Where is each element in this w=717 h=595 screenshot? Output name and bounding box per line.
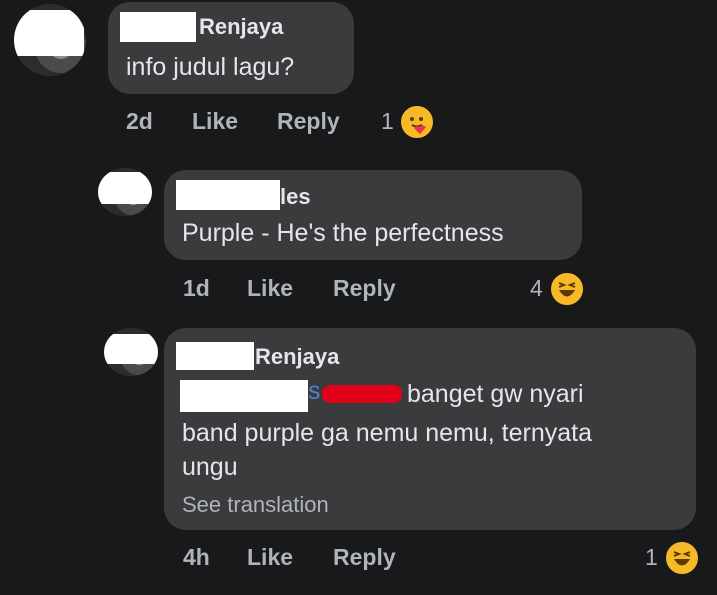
reaction-count[interactable]: 1	[645, 544, 658, 571]
commenter-name[interactable]: Renjaya	[255, 344, 339, 370]
commenter-name[interactable]: les	[280, 184, 311, 210]
comment-actions: 2d Like Reply	[126, 108, 446, 138]
comment-text-line-2: band purple ga nemu nemu, ternyata	[182, 419, 592, 447]
haha-emoji-icon[interactable]	[664, 540, 700, 576]
reply-button[interactable]: Reply	[333, 544, 396, 571]
comment-actions: 1d Like Reply	[183, 275, 503, 305]
commenter-name[interactable]: Renjaya	[199, 14, 283, 40]
comment-text: info judul lagu?	[126, 53, 295, 81]
comment-text-line-1: banget gw nyari	[407, 380, 584, 408]
name-redaction	[176, 342, 254, 370]
haha-emoji-icon[interactable]	[549, 271, 585, 307]
comment-text: Purple - He's the perfectness	[182, 219, 504, 247]
redaction-scribble	[322, 385, 402, 403]
comment-timestamp[interactable]: 1d	[183, 275, 210, 302]
avatar[interactable]	[14, 4, 86, 76]
like-button[interactable]: Like	[247, 275, 293, 302]
avatar[interactable]	[98, 168, 152, 216]
mention-fragment[interactable]: s	[308, 377, 321, 406]
reply-button[interactable]: Reply	[333, 275, 396, 302]
care-hug-emoji-icon[interactable]	[399, 104, 435, 140]
comment-actions: 4h Like Reply	[183, 544, 503, 574]
avatar-redaction	[14, 10, 84, 56]
reaction-count[interactable]: 4	[530, 275, 543, 302]
avatar-redaction	[104, 334, 158, 364]
name-redaction	[176, 180, 280, 210]
comment-timestamp[interactable]: 2d	[126, 108, 153, 135]
like-button[interactable]: Like	[247, 544, 293, 571]
see-translation-link[interactable]: See translation	[182, 492, 329, 518]
avatar-redaction	[98, 172, 152, 204]
name-redaction	[120, 12, 196, 42]
comment-text-line-3: ungu	[182, 453, 238, 481]
reply-button[interactable]: Reply	[277, 108, 340, 135]
comment-timestamp[interactable]: 4h	[183, 544, 210, 571]
like-button[interactable]: Like	[192, 108, 238, 135]
mention-redaction	[180, 380, 308, 412]
avatar[interactable]	[104, 328, 158, 376]
reaction-count[interactable]: 1	[381, 108, 394, 135]
